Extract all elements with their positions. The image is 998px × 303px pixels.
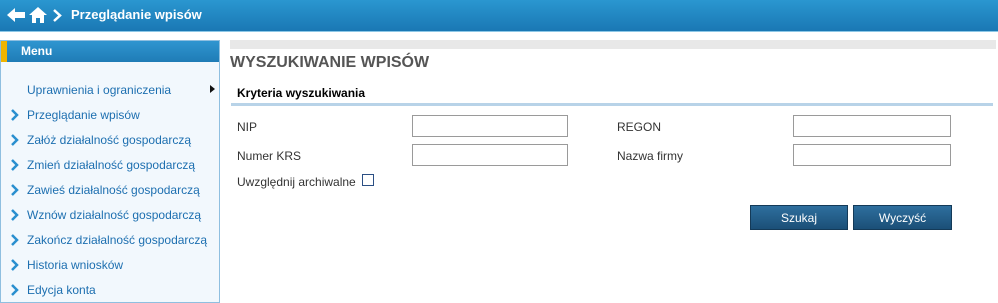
nip-input[interactable] [412, 115, 568, 137]
company-name-input[interactable] [793, 144, 951, 166]
menu-item-label[interactable]: Zakończ działalność gospodarczą [27, 233, 207, 247]
back-arrow-icon[interactable] [6, 6, 26, 29]
section-divider [231, 103, 993, 106]
side-menu: Menu Uprawnienia i ograniczenia Przegląd… [0, 40, 220, 303]
menu-item-label[interactable]: Załóż działalność gospodarczą [27, 133, 191, 147]
krs-input[interactable] [412, 144, 568, 166]
search-button[interactable]: Szukaj [750, 205, 848, 230]
section-title: Kryteria wyszukiwania [237, 86, 366, 100]
menu-item-label[interactable]: Wznów działalność gospodarczą [27, 208, 201, 222]
menu-item-przegladanie[interactable]: Przeglądanie wpisów [1, 105, 219, 125]
menu-item-zakoncz[interactable]: Zakończ działalność gospodarczą [1, 230, 219, 250]
clear-button[interactable]: Wyczyść [853, 205, 952, 230]
menu-item-zawies[interactable]: Zawieś działalność gospodarczą [1, 180, 219, 200]
menu-item-uprawnienia[interactable]: Uprawnienia i ograniczenia [1, 80, 219, 100]
home-icon[interactable] [28, 6, 48, 29]
chevron-right-icon [10, 159, 19, 174]
menu-item-label[interactable]: Zmień działalność gospodarczą [27, 158, 195, 172]
chevron-right-icon [10, 284, 19, 299]
nip-label: NIP [237, 120, 258, 134]
chevron-right-icon [52, 9, 62, 27]
chevron-right-icon [10, 134, 19, 149]
chevron-right-icon [10, 209, 19, 224]
chevron-right-icon [10, 109, 19, 124]
menu-item-label[interactable]: Uprawnienia i ograniczenia [27, 83, 171, 97]
top-header-bar: Przeglądanie wpisów [0, 0, 998, 32]
archive-label: Uwzględnij archiwalne [237, 175, 356, 189]
menu-item-label[interactable]: Historia wniosków [27, 258, 123, 272]
chevron-right-icon [10, 259, 19, 274]
chevron-right-icon [10, 234, 19, 249]
chevron-right-icon [10, 184, 19, 199]
menu-item-label[interactable]: Przeglądanie wpisów [27, 108, 140, 122]
menu-title: Menu [1, 41, 219, 62]
page-header-title: Przeglądanie wpisów [71, 7, 202, 22]
page-title: WYSZUKIWANIE WPISÓW [230, 54, 430, 71]
triangle-right-icon [210, 85, 215, 93]
krs-label: Numer KRS [237, 149, 302, 163]
regon-input[interactable] [793, 115, 951, 137]
menu-item-zmien[interactable]: Zmień działalność gospodarczą [1, 155, 219, 175]
company-name-label: Nazwa firmy [617, 149, 684, 163]
menu-item-label[interactable]: Edycja konta [27, 283, 96, 297]
menu-item-label[interactable]: Zawieś działalność gospodarczą [27, 183, 200, 197]
menu-item-zaloz[interactable]: Załóż działalność gospodarczą [1, 130, 219, 150]
menu-item-edycja[interactable]: Edycja konta [1, 280, 219, 300]
regon-label: REGON [617, 120, 662, 134]
content-top-strip [230, 40, 996, 49]
menu-item-wznow[interactable]: Wznów działalność gospodarczą [1, 205, 219, 225]
archive-checkbox[interactable] [362, 174, 374, 186]
menu-item-historia[interactable]: Historia wniosków [1, 255, 219, 275]
